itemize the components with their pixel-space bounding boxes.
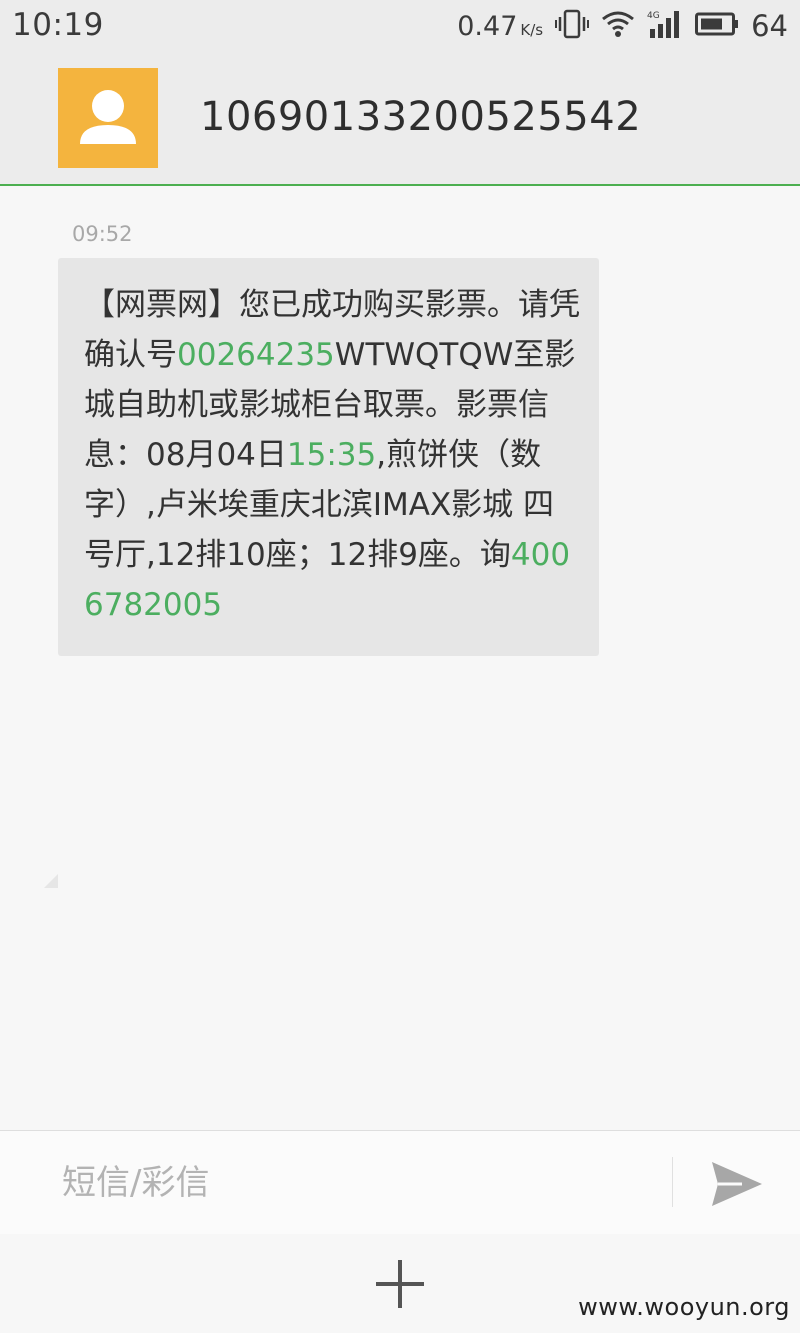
svg-text:4G: 4G [647,11,660,21]
bubble-tail [44,874,58,888]
add-button[interactable] [372,1256,428,1312]
person-icon [80,90,136,144]
battery-icon [695,11,739,41]
battery-level: 64 [751,9,788,43]
signal-4g-icon: 4G [647,9,683,43]
confirmation-code-link[interactable]: 00264235 [177,337,335,373]
status-time: 10:19 [12,7,104,43]
time-link[interactable]: 15:35 [287,437,376,473]
message-time: 09:52 [72,222,133,246]
status-icons: 0.47 K/s 4G 64 [457,8,788,44]
vibrate-icon [555,9,590,43]
net-speed-value: 0.47 [457,10,518,42]
message-bubble[interactable]: 【网票网】您已成功购买影票。请凭确认号00264235WTWQTQW至影城自助机… [58,258,599,656]
wifi-icon [601,10,635,42]
avatar[interactable] [58,68,158,168]
send-button[interactable] [706,1156,766,1212]
conversation-header: 10690133200525542 [0,52,800,186]
message-input[interactable] [60,1155,644,1211]
composer-divider [672,1157,673,1207]
bottom-bar: www.wooyun.org [0,1234,800,1333]
send-icon [712,1162,762,1206]
watermark: www.wooyun.org [578,1293,790,1321]
composer [0,1130,800,1235]
net-speed-unit: K/s [520,20,544,39]
net-speed: 0.47 K/s [457,11,543,42]
status-bar: 10:19 0.47 K/s 4G 64 [0,0,800,52]
plus-icon [376,1260,424,1308]
message-thread[interactable]: 09:52 【网票网】您已成功购买影票。请凭确认号00264235WTWQTQW… [0,186,800,1130]
contact-number: 10690133200525542 [200,94,642,140]
